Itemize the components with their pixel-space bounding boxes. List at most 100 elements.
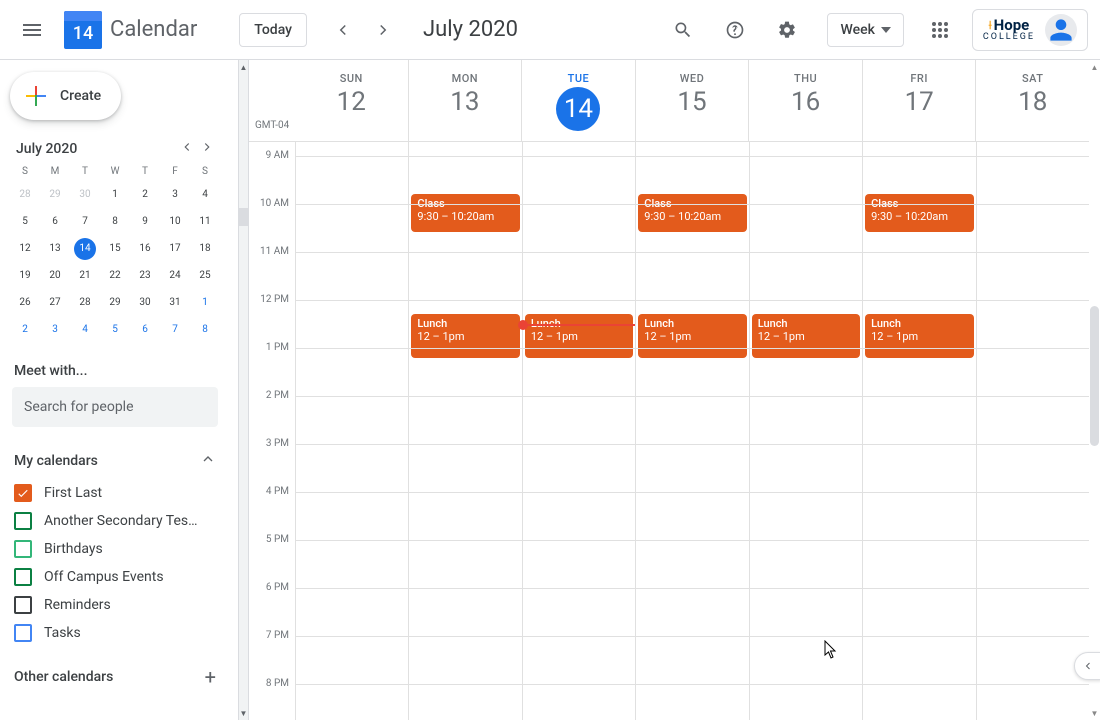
day-column-header[interactable]: FRI17 [862, 60, 976, 141]
mini-day[interactable]: 12 [10, 235, 40, 262]
grid-column[interactable]: Class9:30 – 10:20am Lunch12 – 1pm [862, 142, 975, 720]
collapse-my-calendars[interactable] [200, 451, 216, 471]
mini-day[interactable]: 25 [190, 262, 220, 289]
day-column-header[interactable]: MON13 [408, 60, 522, 141]
grid-scrollbar[interactable]: ▲ ▼ [1089, 60, 1100, 720]
mini-day[interactable]: 29 [40, 181, 70, 208]
mini-day[interactable]: 4 [190, 181, 220, 208]
calendar-item[interactable]: First Last [10, 479, 220, 507]
next-period-button[interactable] [365, 12, 401, 48]
day-column-header[interactable]: TUE14 [521, 60, 635, 141]
calendar-checkbox[interactable] [14, 596, 32, 614]
settings-button[interactable] [763, 6, 811, 54]
mini-day[interactable]: 3 [40, 316, 70, 343]
calendar-checkbox[interactable] [14, 512, 32, 530]
mini-calendar[interactable]: SMTWTFS 28293012345678910111213141516171… [10, 162, 220, 343]
mini-day[interactable]: 29 [100, 289, 130, 316]
mini-day[interactable]: 8 [190, 316, 220, 343]
prev-period-button[interactable] [325, 12, 361, 48]
hour-label: 3 PM [249, 438, 289, 486]
mini-day[interactable]: 15 [100, 235, 130, 262]
mini-day[interactable]: 13 [40, 235, 70, 262]
mini-day[interactable]: 23 [130, 262, 160, 289]
mini-day[interactable]: 24 [160, 262, 190, 289]
mini-day[interactable]: 2 [10, 316, 40, 343]
mini-day[interactable]: 18 [190, 235, 220, 262]
mini-dow: F [160, 162, 190, 181]
google-apps-button[interactable] [920, 10, 960, 50]
sidebar-scrollbar[interactable]: ▲ ▼ [238, 60, 249, 720]
grid-column[interactable] [295, 142, 408, 720]
mini-next-button[interactable] [200, 140, 214, 158]
calendar-checkbox[interactable] [14, 484, 32, 502]
mini-day[interactable]: 20 [40, 262, 70, 289]
mini-day[interactable]: 11 [190, 208, 220, 235]
mini-day[interactable]: 3 [160, 181, 190, 208]
grid-column[interactable]: Class9:30 – 10:20am Lunch12 – 1pm [408, 142, 521, 720]
calendar-event[interactable]: Lunch12 – 1pm [638, 314, 746, 358]
grid-column[interactable]: Class9:30 – 10:20am Lunch12 – 1pm [635, 142, 748, 720]
mini-day[interactable]: 31 [160, 289, 190, 316]
calendar-event[interactable]: Lunch12 – 1pm [525, 314, 633, 358]
mini-day[interactable]: 7 [160, 316, 190, 343]
account-switcher[interactable]: ⟊Hope COLLEGE [972, 9, 1088, 51]
calendar-event[interactable]: Lunch12 – 1pm [865, 314, 973, 358]
create-button[interactable]: Create [10, 72, 121, 120]
calendar-item[interactable]: Tasks [10, 619, 220, 647]
calendar-checkbox[interactable] [14, 624, 32, 642]
day-column-header[interactable]: THU16 [748, 60, 862, 141]
mini-day[interactable]: 9 [130, 208, 160, 235]
hour-label: 10 AM [249, 198, 289, 246]
mini-day[interactable]: 26 [10, 289, 40, 316]
today-button[interactable]: Today [239, 13, 307, 47]
mini-day[interactable]: 28 [70, 289, 100, 316]
mini-day[interactable]: 30 [130, 289, 160, 316]
mini-day[interactable]: 1 [190, 289, 220, 316]
mini-day[interactable]: 6 [40, 208, 70, 235]
calendar-event[interactable]: Lunch12 – 1pm [411, 314, 519, 358]
mini-day[interactable]: 21 [70, 262, 100, 289]
mini-day[interactable]: 10 [160, 208, 190, 235]
mini-day[interactable]: 7 [70, 208, 100, 235]
mini-day[interactable]: 19 [10, 262, 40, 289]
support-button[interactable] [711, 6, 759, 54]
mini-day[interactable]: 5 [100, 316, 130, 343]
mini-day[interactable]: 16 [130, 235, 160, 262]
add-other-calendar[interactable]: + [205, 665, 216, 689]
grid-column[interactable]: Lunch12 – 1pm [522, 142, 635, 720]
mini-day[interactable]: 14 [70, 235, 100, 262]
day-column-header[interactable]: SUN12 [295, 60, 408, 141]
day-column-header[interactable]: WED15 [635, 60, 749, 141]
main-menu-button[interactable] [8, 6, 56, 54]
calendar-event[interactable]: Class9:30 – 10:20am [865, 194, 973, 232]
mini-day[interactable]: 6 [130, 316, 160, 343]
calendar-item[interactable]: Birthdays [10, 535, 220, 563]
grid-column[interactable] [976, 142, 1089, 720]
grid-column[interactable]: Lunch12 – 1pm [749, 142, 862, 720]
search-button[interactable] [659, 6, 707, 54]
mini-day[interactable]: 28 [10, 181, 40, 208]
calendar-item[interactable]: Reminders [10, 591, 220, 619]
calendar-event[interactable]: Lunch12 – 1pm [752, 314, 860, 358]
mini-day[interactable]: 22 [100, 262, 130, 289]
mini-prev-button[interactable] [180, 140, 194, 158]
mini-day[interactable]: 30 [70, 181, 100, 208]
mini-day[interactable]: 5 [10, 208, 40, 235]
mini-day[interactable]: 8 [100, 208, 130, 235]
mini-day[interactable]: 17 [160, 235, 190, 262]
calendar-event[interactable]: Class9:30 – 10:20am [411, 194, 519, 232]
mini-day[interactable]: 1 [100, 181, 130, 208]
calendar-checkbox[interactable] [14, 540, 32, 558]
calendar-item[interactable]: Another Secondary Test ... [10, 507, 220, 535]
view-selector[interactable]: Week [827, 13, 903, 47]
mini-day[interactable]: 4 [70, 316, 100, 343]
calendar-event[interactable]: Class9:30 – 10:20am [638, 194, 746, 232]
mini-day[interactable]: 27 [40, 289, 70, 316]
mini-day[interactable]: 2 [130, 181, 160, 208]
day-column-header[interactable]: SAT18 [975, 60, 1089, 141]
calendar-item[interactable]: Off Campus Events [10, 563, 220, 591]
side-panel-toggle[interactable] [1074, 652, 1100, 680]
calendar-checkbox[interactable] [14, 568, 32, 586]
mini-dow: S [190, 162, 220, 181]
people-search-input[interactable]: Search for people [12, 387, 218, 427]
